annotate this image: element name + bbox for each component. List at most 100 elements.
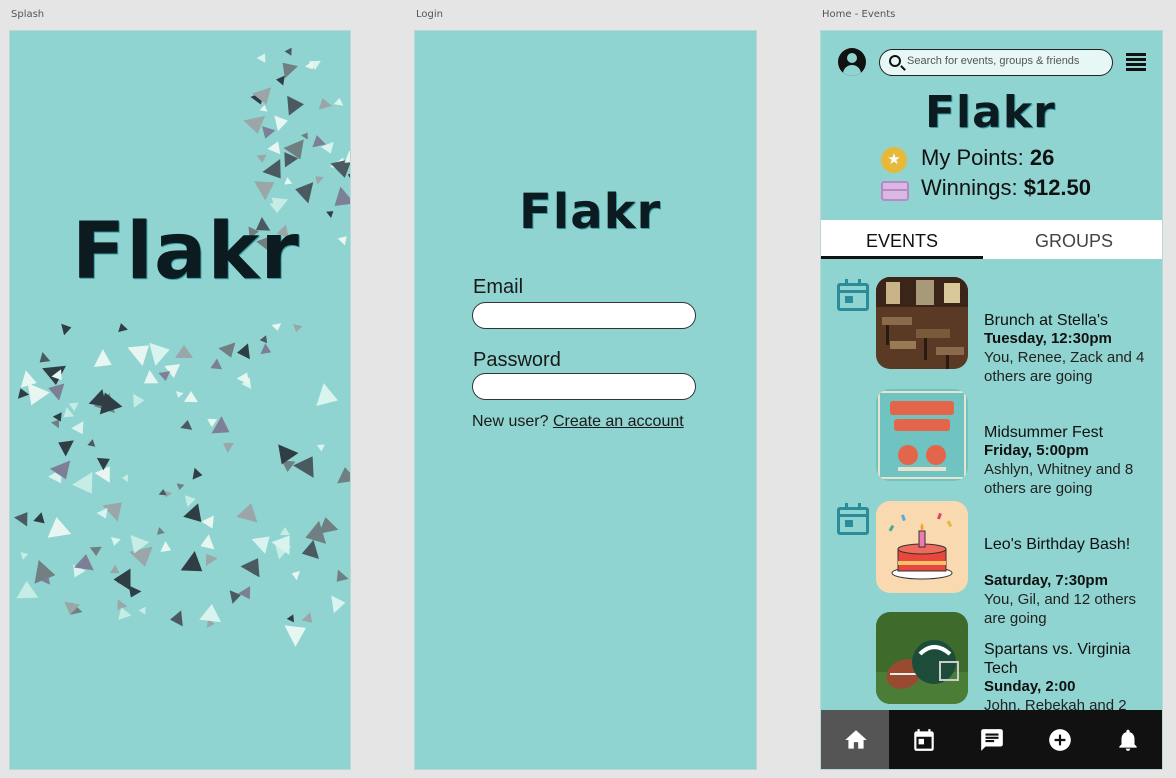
nav-notifications-button[interactable]: [1093, 710, 1161, 769]
event-thumbnail-birthday-cake: [876, 501, 968, 593]
new-user-text: New user?: [472, 413, 549, 430]
confetti-triangle: [235, 343, 250, 361]
confetti-triangle: [289, 568, 300, 580]
confetti-triangle: [192, 467, 204, 481]
email-label: Email: [473, 276, 524, 298]
event-title: Spartans vs. Virginia Tech: [984, 641, 1131, 677]
splash-logo: Flakr: [72, 207, 300, 297]
points-value: 26: [1029, 145, 1055, 170]
nav-calendar-button[interactable]: [889, 710, 957, 769]
confetti-triangle: [207, 358, 222, 374]
confetti-triangle: [180, 419, 194, 431]
calendar-icon: [837, 279, 869, 311]
confetti-triangle: [300, 130, 311, 140]
event-thumbnail-restaurant: [876, 277, 968, 369]
confetti-triangle: [121, 473, 128, 483]
winnings-label: Winnings:: [921, 175, 1018, 200]
confetti-triangle: [271, 322, 283, 332]
confetti-triangle: [287, 94, 305, 117]
confetti-triangle: [229, 588, 243, 605]
email-field[interactable]: [472, 302, 696, 329]
password-field[interactable]: [472, 373, 696, 400]
confetti-triangle: [236, 369, 254, 385]
confetti-triangle: [175, 483, 185, 491]
frame-label-splash: Splash: [11, 9, 45, 20]
login-logo: Flakr: [519, 184, 662, 240]
confetti-triangle: [133, 393, 145, 408]
confetti-triangle: [316, 96, 333, 110]
confetti-triangle: [282, 176, 293, 188]
confetti-triangle: [199, 602, 224, 622]
confetti-triangle: [219, 437, 234, 453]
confetti-triangle: [304, 60, 317, 73]
tab-groups[interactable]: GROUPS: [986, 220, 1162, 259]
add-icon: [1049, 729, 1071, 751]
nav-home-button[interactable]: [821, 710, 889, 769]
confetti-triangle: [260, 343, 274, 358]
event-title: Leo's Birthday Bash!: [984, 536, 1131, 553]
new-user-row: New user? Create an account: [472, 413, 684, 431]
event-title: Brunch at Stella's: [984, 312, 1109, 329]
event-attendees: You, Gil, and 12 others are going: [984, 591, 1137, 627]
search-icon: [889, 55, 901, 67]
event-title: Midsummer Fest: [984, 424, 1104, 441]
confetti-triangle: [236, 500, 262, 523]
profile-avatar-icon[interactable]: [838, 48, 866, 76]
confetti-triangle: [17, 549, 29, 560]
login-screen: Flakr Email Password New user? Create an…: [414, 30, 757, 770]
points-label: My Points:: [921, 145, 1024, 170]
splash-screen: Flakr: [9, 30, 351, 770]
confetti-triangle: [256, 154, 267, 164]
confetti-triangle: [44, 514, 72, 538]
confetti-triangle: [93, 349, 116, 375]
event-thumbnail-football-helmet: [876, 612, 968, 704]
confetti-triangle: [74, 552, 96, 570]
create-account-link[interactable]: Create an account: [553, 413, 684, 430]
confetti-triangle: [116, 321, 129, 332]
confetti-triangle: [316, 383, 343, 412]
confetti-triangle: [158, 488, 168, 496]
event-time: Tuesday, 12:30pm: [984, 330, 1112, 347]
confetti-triangle: [138, 606, 146, 615]
frame-label-home: Home - Events: [822, 9, 896, 20]
event-time: Sunday, 2:00: [984, 678, 1076, 695]
confetti-triangle: [330, 594, 347, 614]
confetti-triangle: [50, 460, 77, 484]
confetti-triangle: [315, 514, 339, 534]
confetti-triangle: [333, 96, 345, 106]
confetti-triangle: [160, 541, 175, 557]
confetti-triangle: [259, 104, 269, 112]
confetti-triangle: [335, 465, 350, 483]
confetti-triangle: [71, 421, 89, 439]
confetti-triangle: [61, 601, 80, 617]
gift-icon: [881, 181, 909, 201]
confetti-triangle: [290, 324, 303, 334]
calendar-icon: [914, 729, 934, 751]
winnings-value: $12.50: [1023, 175, 1092, 200]
confetti-triangle: [61, 321, 74, 336]
search-input[interactable]: Search for events, groups & friends: [879, 49, 1113, 76]
search-placeholder: Search for events, groups & friends: [907, 55, 1080, 67]
confetti-triangle: [14, 507, 35, 527]
nav-chat-button[interactable]: [957, 710, 1025, 769]
frame-label-login: Login: [416, 9, 443, 20]
confetti-triangle: [331, 569, 349, 586]
confetti-triangle: [312, 172, 325, 185]
confetti-triangle: [69, 402, 80, 412]
home-events-screen: Search for events, groups & friends Flak…: [820, 30, 1163, 770]
confetti-triangle: [124, 585, 141, 601]
home-icon: [845, 730, 867, 749]
confetti-triangle: [158, 370, 172, 382]
bell-icon: [1119, 729, 1137, 751]
tab-events[interactable]: EVENTS: [821, 220, 983, 259]
confetti-triangle: [174, 390, 184, 399]
confetti-triangle: [174, 345, 193, 359]
nav-add-button[interactable]: [1025, 710, 1093, 769]
confetti-triangle: [256, 51, 270, 64]
confetti-triangle: [240, 552, 268, 578]
confetti-triangle: [274, 112, 290, 131]
confetti-triangle: [154, 526, 165, 536]
confetti-triangle: [139, 369, 159, 390]
tab-bar: EVENTS GROUPS: [821, 220, 1162, 259]
hamburger-menu-icon[interactable]: [1126, 53, 1146, 71]
